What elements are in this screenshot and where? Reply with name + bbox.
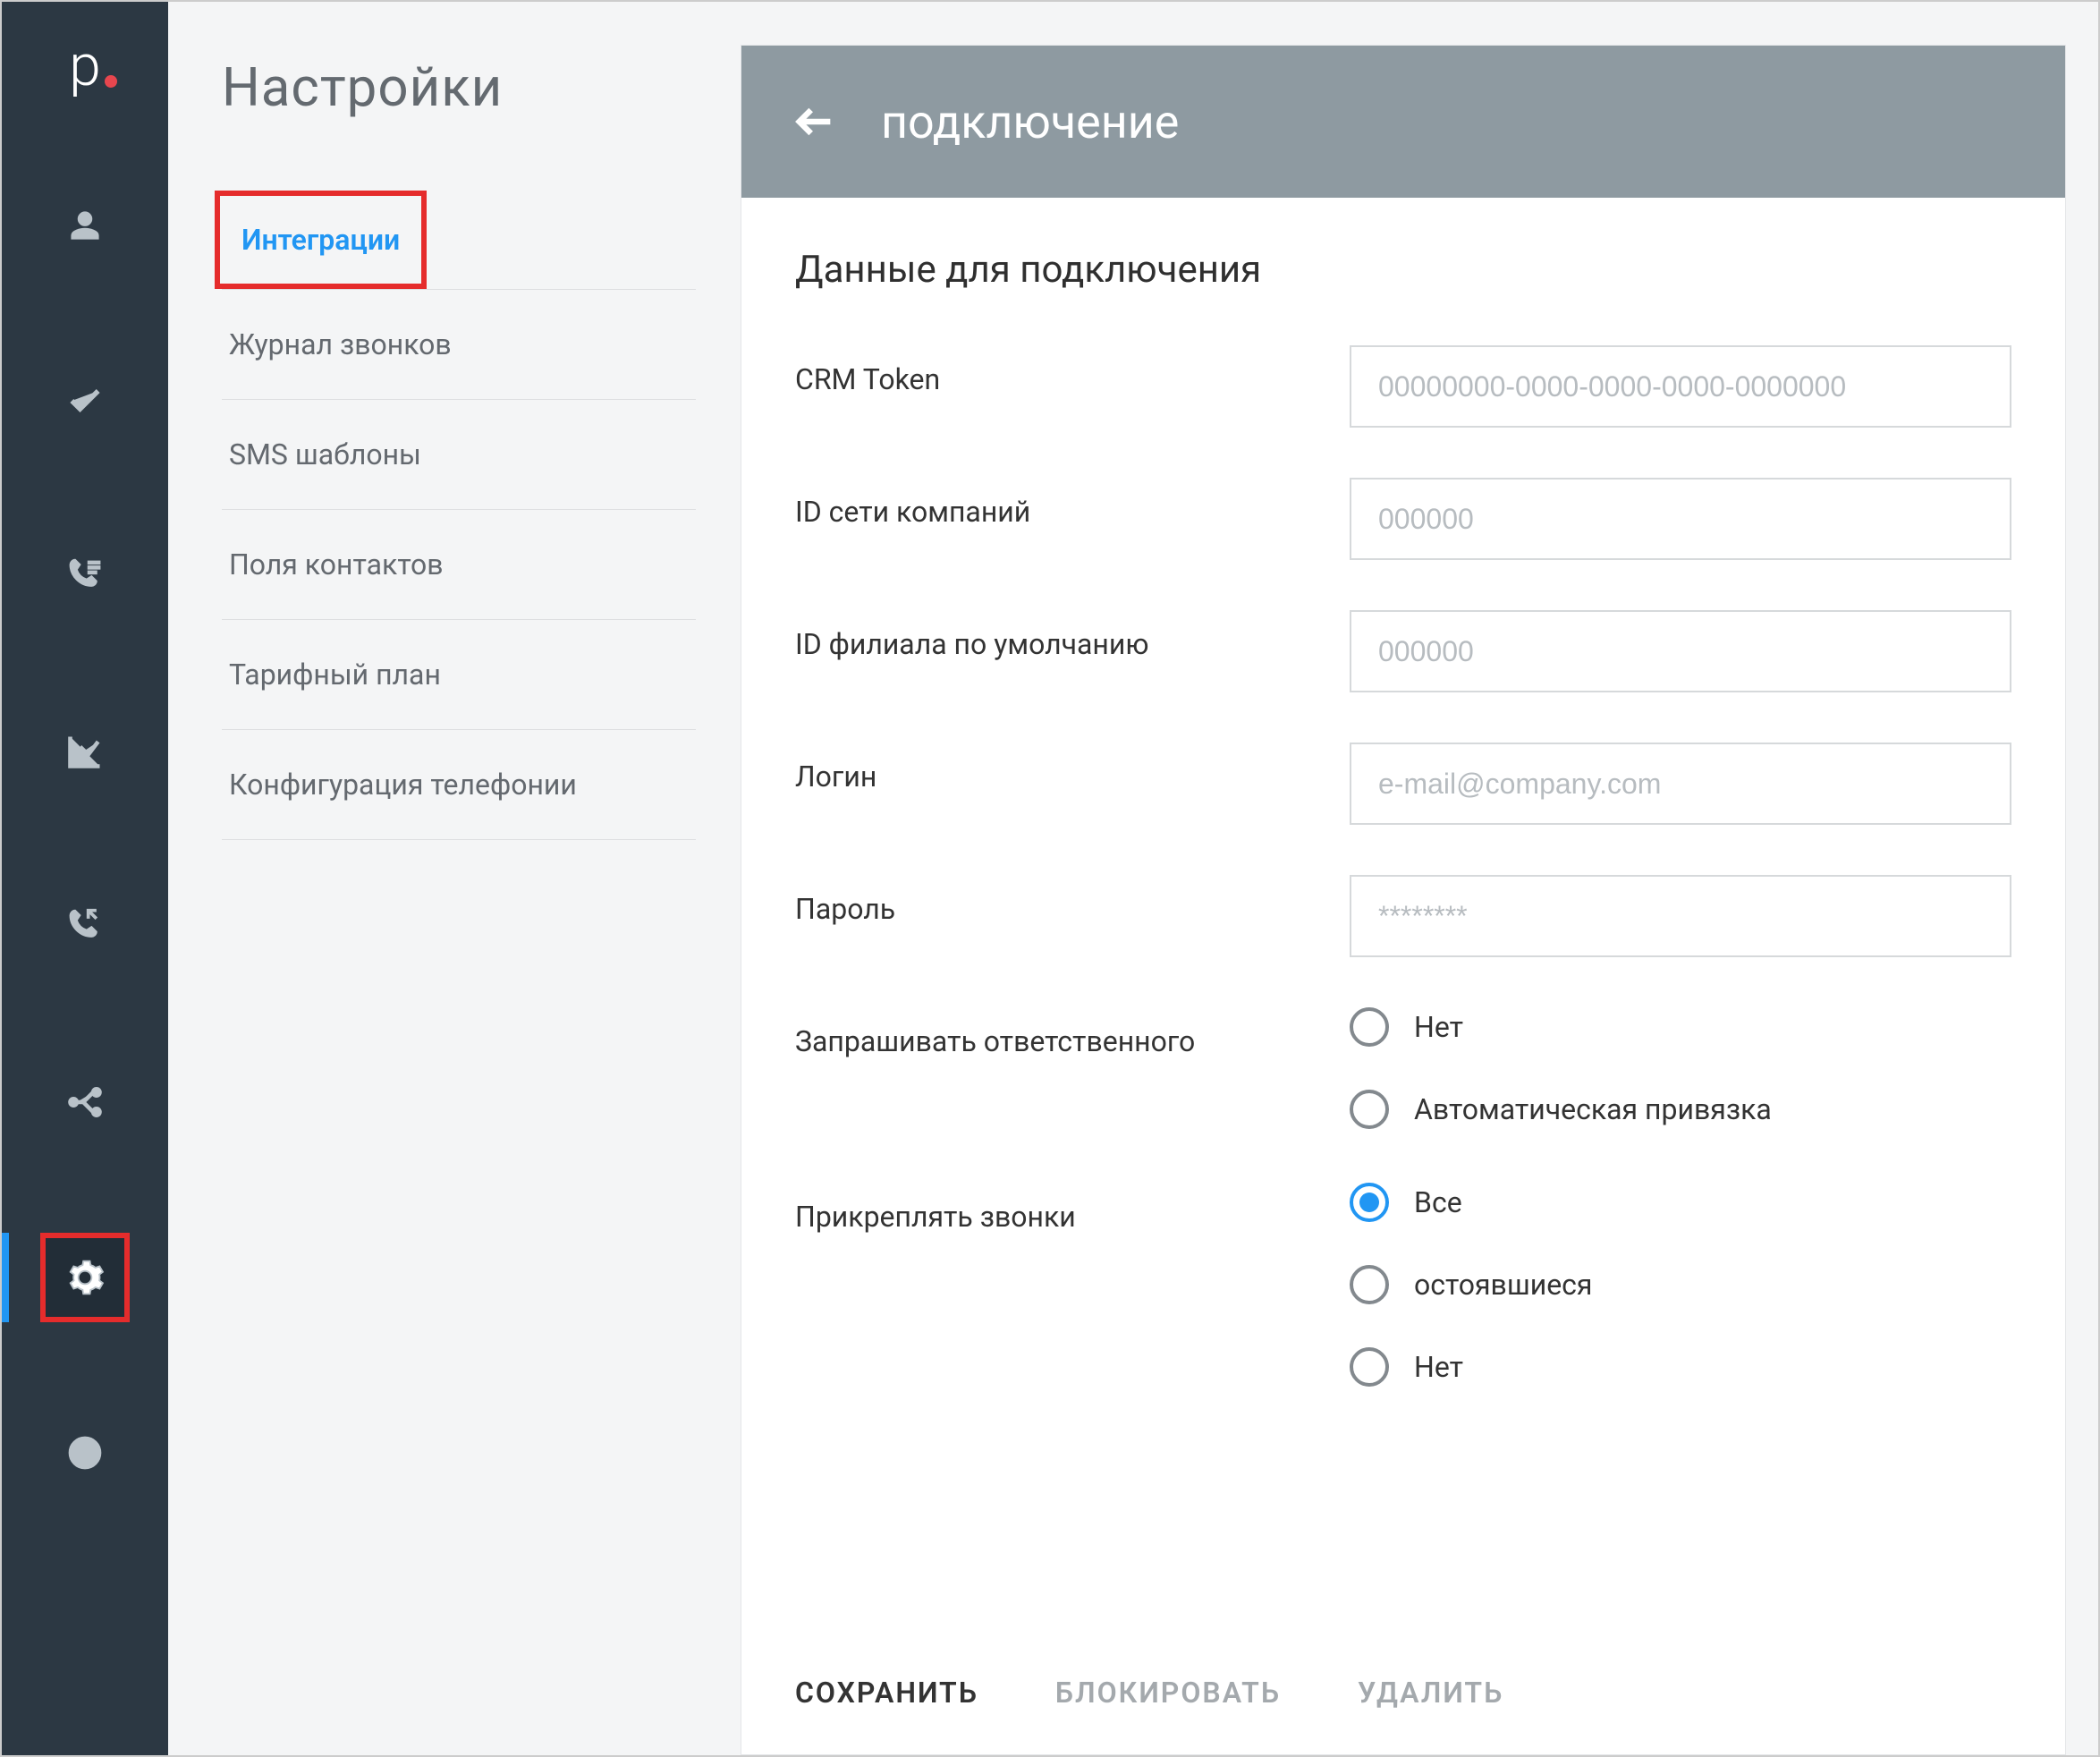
checkmark-icon xyxy=(65,381,105,420)
radio-attach-completed[interactable]: остоявшиеся xyxy=(1350,1265,2011,1304)
rail-item-analytics[interactable] xyxy=(2,707,168,796)
input-network-id[interactable] xyxy=(1350,478,2011,560)
subnav-item-plan[interactable]: Тарифный план xyxy=(222,620,696,730)
radio-icon xyxy=(1350,1007,1389,1047)
phone-list-icon xyxy=(65,556,105,596)
input-login[interactable] xyxy=(1350,743,2011,825)
radio-attach-all[interactable]: Все xyxy=(1350,1183,2011,1222)
radio-responsible-auto[interactable]: Автоматическая привязка xyxy=(1350,1090,2011,1129)
rail-item-routing[interactable] xyxy=(2,1057,168,1147)
rail-item-callback[interactable] xyxy=(2,882,168,972)
radio-attach-none[interactable]: Нет xyxy=(1350,1347,2011,1387)
input-password[interactable] xyxy=(1350,875,2011,957)
panel-body: Данные для подключения CRM Token ID сети… xyxy=(741,198,2065,1640)
rail-item-profile[interactable] xyxy=(2,181,168,270)
radio-label: Автоматическая привязка xyxy=(1414,1092,1772,1126)
arrow-left-icon xyxy=(792,98,838,145)
radio-label: Нет xyxy=(1414,1350,1463,1384)
subnav-item-integrations[interactable]: Интеграции xyxy=(215,191,427,289)
label-responsible: Запрашивать ответственного xyxy=(795,1007,1350,1061)
logo: p xyxy=(69,38,101,95)
delete-button[interactable]: УДАЛИТЬ xyxy=(1358,1676,1503,1710)
page-title: Настройки xyxy=(222,55,696,119)
rail-item-help[interactable] xyxy=(2,1408,168,1498)
radio-icon xyxy=(1350,1183,1389,1222)
row-login: Логин xyxy=(795,743,2011,825)
subnav-item-telephony[interactable]: Конфигурация телефонии xyxy=(222,730,696,840)
connection-panel: подключение Данные для подключения CRM T… xyxy=(741,45,2066,1755)
input-branch-id[interactable] xyxy=(1350,610,2011,692)
label-attach: Прикреплять звонки xyxy=(795,1183,1350,1236)
save-button[interactable]: СОХРАНИТЬ xyxy=(795,1676,978,1710)
gear-icon xyxy=(65,1258,105,1297)
row-crm-token: CRM Token xyxy=(795,345,2011,428)
back-button[interactable] xyxy=(792,98,838,145)
nav-rail: p xyxy=(2,2,168,1755)
main-area: подключение Данные для подключения CRM T… xyxy=(741,2,2098,1755)
person-icon xyxy=(65,206,105,245)
radio-responsible-no[interactable]: Нет xyxy=(1350,1007,2011,1047)
rail-item-tasks[interactable] xyxy=(2,356,168,446)
panel-title: подключение xyxy=(881,95,1179,149)
rail-item-settings[interactable] xyxy=(2,1233,168,1322)
logo-dot-icon xyxy=(105,75,117,88)
phone-callback-icon xyxy=(65,907,105,946)
radio-icon xyxy=(1350,1090,1389,1129)
row-password: Пароль xyxy=(795,875,2011,957)
radio-label: Нет xyxy=(1414,1010,1463,1044)
subnav-item-sms[interactable]: SMS шаблоны xyxy=(222,400,696,510)
section-title: Данные для подключения xyxy=(795,248,2011,292)
label-network-id: ID сети компаний xyxy=(795,478,1350,531)
chart-line-icon xyxy=(65,732,105,771)
subnav-item-fields[interactable]: Поля контактов xyxy=(222,510,696,620)
settings-subnav: Настройки Интеграции Журнал звонков SMS … xyxy=(168,2,741,1755)
logo-letter: p xyxy=(69,32,101,99)
help-icon xyxy=(65,1433,105,1473)
radio-label: остоявшиеся xyxy=(1414,1268,1592,1302)
subnav-item-call-log[interactable]: Журнал звонков xyxy=(222,290,696,400)
row-network-id: ID сети компаний xyxy=(795,478,2011,560)
rail-item-calls[interactable] xyxy=(2,531,168,621)
panel-header: подключение xyxy=(741,46,2065,198)
panel-footer: СОХРАНИТЬ БЛОКИРОВАТЬ УДАЛИТЬ xyxy=(741,1640,2065,1754)
label-password: Пароль xyxy=(795,875,1350,929)
settings-highlight-box xyxy=(40,1233,130,1322)
label-branch-id: ID филиала по умолчанию xyxy=(795,610,1350,664)
label-crm-token: CRM Token xyxy=(795,345,1350,399)
row-attach: Прикреплять звонки Все остоявшиеся Не xyxy=(795,1183,2011,1387)
radio-label: Все xyxy=(1414,1185,1462,1219)
row-branch-id: ID филиала по умолчанию xyxy=(795,610,2011,692)
radio-icon xyxy=(1350,1347,1389,1387)
row-responsible: Запрашивать ответственного Нет Автоматич… xyxy=(795,1007,2011,1129)
block-button[interactable]: БЛОКИРОВАТЬ xyxy=(1055,1676,1281,1710)
app-root: p Настройки xyxy=(0,0,2100,1757)
input-crm-token[interactable] xyxy=(1350,345,2011,428)
radio-icon xyxy=(1350,1265,1389,1304)
branch-icon xyxy=(65,1082,105,1122)
radio-group-attach: Все остоявшиеся Нет xyxy=(1350,1183,2011,1387)
radio-group-responsible: Нет Автоматическая привязка xyxy=(1350,1007,2011,1129)
label-login: Логин xyxy=(795,743,1350,796)
